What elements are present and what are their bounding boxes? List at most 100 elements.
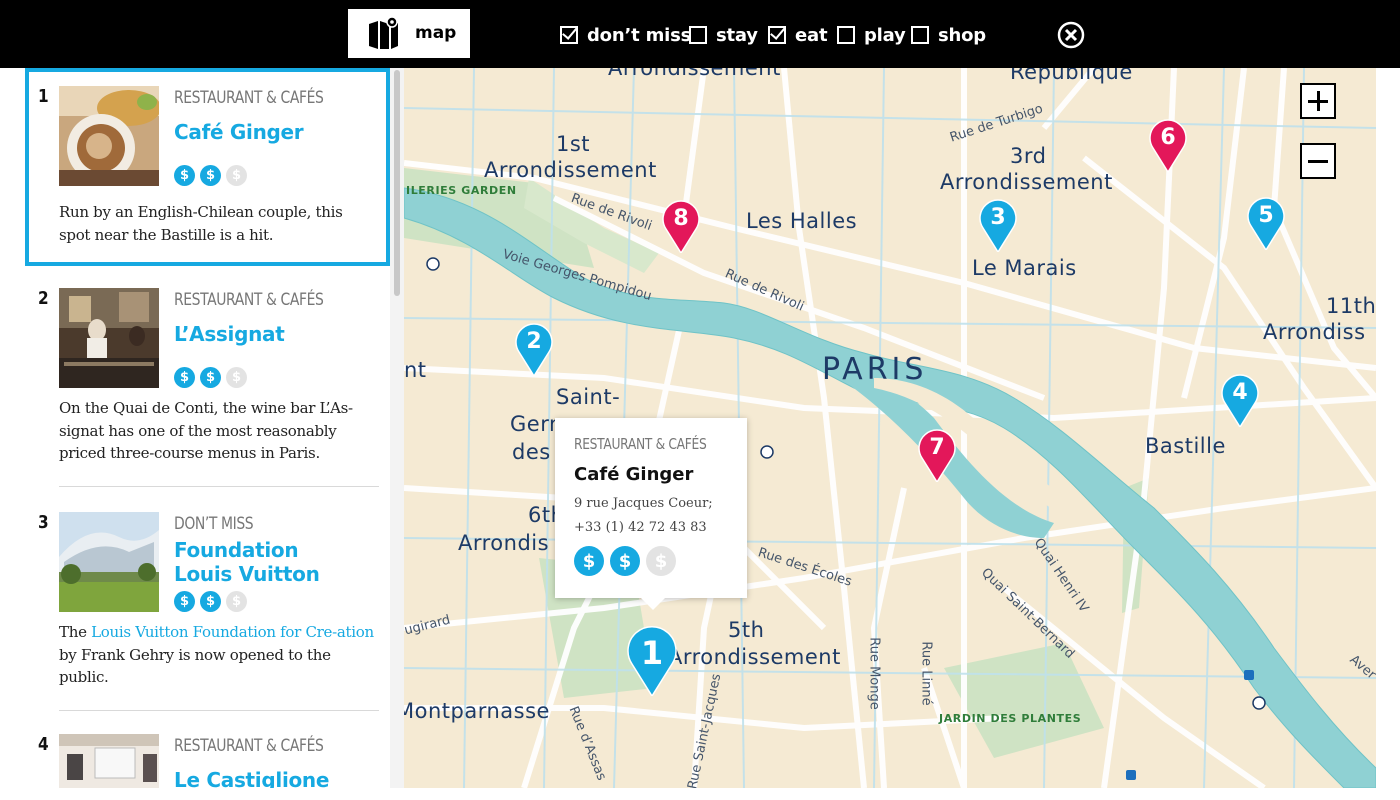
map-toggle-button[interactable]: map <box>348 9 470 58</box>
dollar-icon: $ <box>174 367 195 388</box>
popup-category: RESTAURANT & CAFÉS <box>574 435 707 453</box>
filter-label: play <box>864 24 906 46</box>
zoom-out-button[interactable] <box>1300 143 1336 179</box>
map-label: Arrondissement <box>484 158 657 182</box>
map-pin-6[interactable]: 6 <box>1149 118 1187 174</box>
filter-dont-miss[interactable]: don’t miss <box>560 22 691 48</box>
filter-stay[interactable]: stay <box>689 22 758 48</box>
list-scrollbar[interactable] <box>390 68 404 788</box>
map-icon <box>369 16 398 49</box>
map-label: Arrondis <box>458 531 550 555</box>
map-pin-1[interactable]: 1 <box>626 624 678 698</box>
scrollbar-thumb[interactable] <box>394 70 400 296</box>
checkbox-icon[interactable] <box>837 26 855 44</box>
rer-icon <box>426 257 440 271</box>
map-label: 11th <box>1326 294 1376 318</box>
map-pin-7[interactable]: 7 <box>918 428 956 484</box>
list-item-category: DON’T MISS <box>174 514 254 534</box>
checkbox-checked-icon[interactable] <box>560 26 578 44</box>
filter-eat[interactable]: eat <box>768 22 828 48</box>
list-item[interactable]: 1 RESTAURANT & CAFÉS Café Ginger $ $ $ R… <box>25 68 390 266</box>
checkbox-icon[interactable] <box>689 26 707 44</box>
map-pin-label: 5 <box>1258 203 1274 228</box>
map-label: Arrondissement <box>608 68 781 80</box>
thumbnail-image <box>59 512 159 612</box>
list-item[interactable]: 2 RESTAURANT & CAFÉS L’Assignat $ $ $ On… <box>25 270 390 486</box>
filter-play[interactable]: play <box>837 22 906 48</box>
map-pin-4[interactable]: 4 <box>1221 373 1259 429</box>
filter-label: stay <box>716 24 758 46</box>
map-toggle-label: map <box>415 23 457 43</box>
map-label: République <box>1010 68 1133 84</box>
popup-address-line: 9 rue Jacques Coeur; <box>574 496 713 511</box>
list-item-number: 3 <box>38 512 49 533</box>
map-pin-label: 3 <box>990 205 1006 230</box>
map-pin-label: 4 <box>1232 380 1248 405</box>
list-item-number: 4 <box>38 734 49 755</box>
map-pin-3[interactable]: 3 <box>979 198 1017 254</box>
popup-address: 9 rue Jacques Coeur; +33 (1) 42 72 43 83 <box>574 492 713 540</box>
list-item-title[interactable]: Foundation Louis Vuitton <box>174 538 320 586</box>
list-item[interactable]: 3 DON’T MISS Foundation Louis Vuitton $ … <box>25 494 390 704</box>
filter-label: shop <box>938 24 986 46</box>
map-view[interactable]: Arrondissement République 1st Arrondisse… <box>404 68 1376 788</box>
price-rating: $ $ $ <box>174 367 247 388</box>
map-label-park: JARDIN DES PLANTES <box>939 712 1082 725</box>
list-item-number: 2 <box>38 288 49 309</box>
thumbnail-image <box>59 288 159 388</box>
list-item-category: RESTAURANT & CAFÉS <box>174 88 324 108</box>
rer-icon <box>1252 696 1266 710</box>
list-item-title[interactable]: Café Ginger <box>174 120 304 144</box>
checkbox-icon[interactable] <box>911 26 929 44</box>
list-item-title-line: Louis Vuitton <box>174 562 320 586</box>
list-item-title-line: Foundation <box>174 538 299 562</box>
places-list: 1 RESTAURANT & CAFÉS Café Ginger $ $ $ R… <box>25 68 390 788</box>
top-bar: map don’t miss stay eat play shop <box>0 0 1400 68</box>
close-icon[interactable] <box>1057 21 1085 49</box>
dollar-icon: $ <box>610 546 640 576</box>
list-item-title[interactable]: L’Assignat <box>174 322 285 346</box>
map-pin-2[interactable]: 2 <box>515 322 553 378</box>
desc-link[interactable]: Louis Vuitton Foundation for Cre-ation <box>91 623 374 641</box>
list-item-title[interactable]: Le Castiglione <box>174 768 329 788</box>
list-item-category: RESTAURANT & CAFÉS <box>174 736 324 756</box>
popup-title[interactable]: Café Ginger <box>574 464 693 485</box>
map-pin-label: 2 <box>526 329 542 354</box>
dollar-icon: $ <box>200 165 221 186</box>
metro-icon <box>1126 770 1136 780</box>
map-pin-8[interactable]: 8 <box>662 199 700 255</box>
map-label: Saint- <box>556 385 621 409</box>
map-label: Arrondissement <box>668 645 841 669</box>
dollar-icon: $ <box>574 546 604 576</box>
price-rating: $ $ $ <box>574 546 676 576</box>
map-label: 3rd <box>1010 144 1047 168</box>
filter-shop[interactable]: shop <box>911 22 986 48</box>
filter-label: eat <box>795 24 828 46</box>
list-item[interactable]: 4 RESTAURANT & CAFÉS Le Castiglione <box>25 718 390 788</box>
thumbnail-image <box>59 86 159 186</box>
dollar-icon: $ <box>174 165 195 186</box>
desc-text: The <box>59 623 92 641</box>
map-label: des <box>512 440 551 464</box>
map-pin-5[interactable]: 5 <box>1247 196 1285 252</box>
price-rating: $ $ $ <box>174 591 247 612</box>
filter-label: don’t miss <box>587 24 692 46</box>
metro-icon <box>1244 670 1254 680</box>
map-label: Arrondissement <box>940 170 1113 194</box>
zoom-in-button[interactable] <box>1300 83 1336 119</box>
popup-phone: +33 (1) 42 72 43 83 <box>574 520 707 535</box>
list-item-description: The Louis Vuitton Foundation for Cre-ati… <box>59 621 377 689</box>
map-label-street: Rue Linné <box>918 641 934 706</box>
map-label: Les Halles <box>746 209 858 233</box>
checkbox-checked-icon[interactable] <box>768 26 786 44</box>
map-pin-label: 6 <box>1160 125 1176 150</box>
place-popup[interactable]: RESTAURANT & CAFÉS Café Ginger 9 rue Jac… <box>555 418 747 610</box>
map-label-street: Rue Monge <box>866 637 882 710</box>
map-label: 1st <box>556 132 591 156</box>
list-item-description: On the Quai de Conti, the wine bar L’As-… <box>59 399 353 462</box>
map-pin-label: 8 <box>673 206 689 231</box>
map-label: Le Marais <box>972 256 1077 280</box>
price-rating: $ $ $ <box>174 165 247 186</box>
dollar-icon: $ <box>200 591 221 612</box>
dollar-icon: $ <box>226 165 247 186</box>
